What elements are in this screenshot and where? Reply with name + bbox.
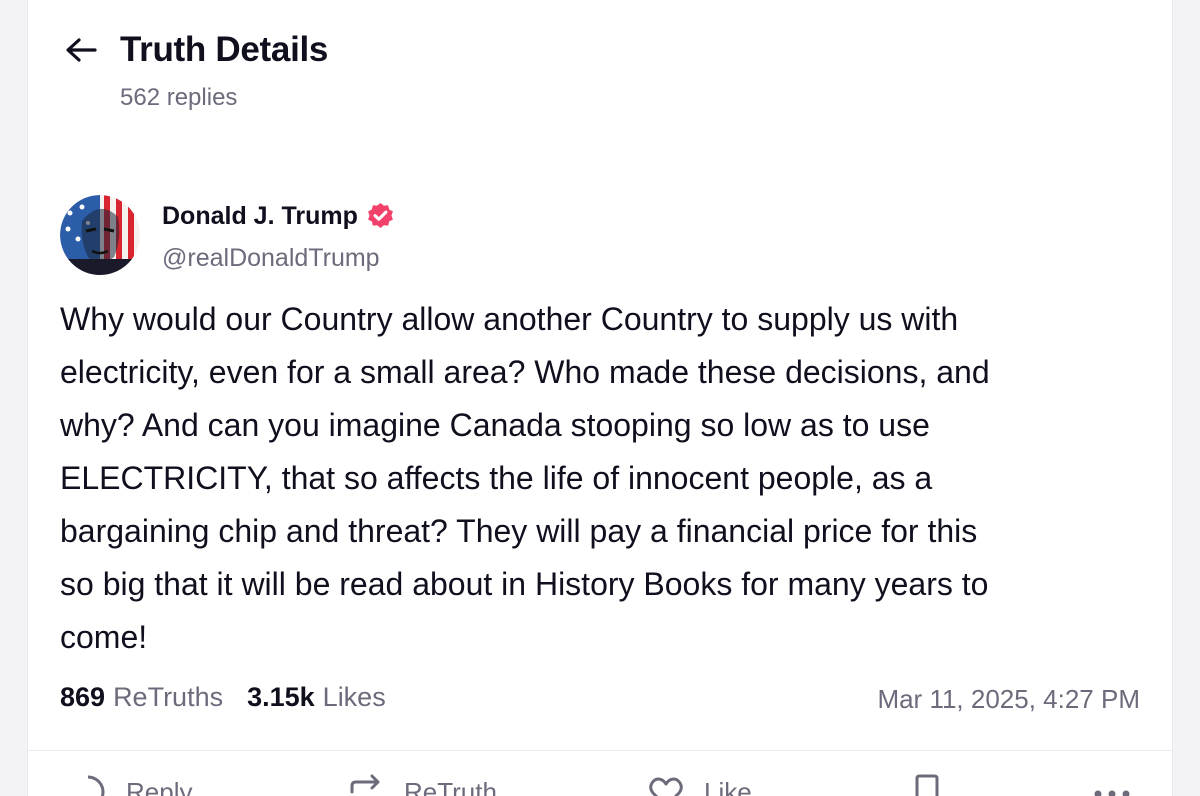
page-title: Truth Details: [120, 30, 329, 69]
more-options-button[interactable]: [1092, 774, 1132, 796]
more-icon: [1094, 790, 1130, 796]
arrow-left-icon: [66, 38, 97, 62]
avatar-image: [60, 195, 140, 275]
post-stats: 869 ReTruths 3.15k Likes: [60, 682, 386, 713]
avatar[interactable]: [60, 195, 140, 275]
reply-label: Reply: [126, 776, 193, 796]
retruths-stat[interactable]: 869 ReTruths: [60, 682, 223, 713]
post-timestamp[interactable]: Mar 11, 2025, 4:27 PM: [877, 684, 1140, 715]
reply-button[interactable]: Reply: [70, 774, 192, 796]
back-button[interactable]: [64, 33, 98, 67]
post-text: Why would our Country allow another Coun…: [60, 301, 990, 655]
likes-label: Likes: [322, 682, 386, 712]
truth-details-panel: Truth Details 562 replies Donald J. Trum…: [27, 0, 1173, 796]
bookmark-icon: [915, 774, 939, 796]
reply-icon: [87, 775, 105, 796]
likes-count: 3.15k: [247, 682, 315, 712]
like-label: Like: [704, 776, 752, 796]
action-bar: Reply ReTruth Like: [28, 774, 1172, 796]
verified-badge-icon: [365, 201, 396, 232]
like-button[interactable]: Like: [648, 774, 752, 796]
heart-icon: [649, 777, 683, 796]
retruth-button[interactable]: ReTruth: [348, 774, 497, 796]
divider: [28, 750, 1172, 751]
replies-count: 562 replies: [120, 84, 238, 111]
retruths-count: 869: [60, 682, 106, 712]
page-header: Truth Details: [64, 30, 328, 70]
likes-stat[interactable]: 3.15k Likes: [247, 682, 386, 713]
retruths-label: ReTruths: [113, 682, 224, 712]
retruth-icon: [350, 774, 380, 794]
post-author: Donald J. Trump @realDonaldTrump: [60, 195, 396, 275]
retruth-label: ReTruth: [404, 776, 497, 796]
author-name[interactable]: Donald J. Trump: [162, 202, 358, 231]
bookmark-button[interactable]: [912, 774, 942, 796]
author-handle[interactable]: @realDonaldTrump: [162, 244, 396, 273]
